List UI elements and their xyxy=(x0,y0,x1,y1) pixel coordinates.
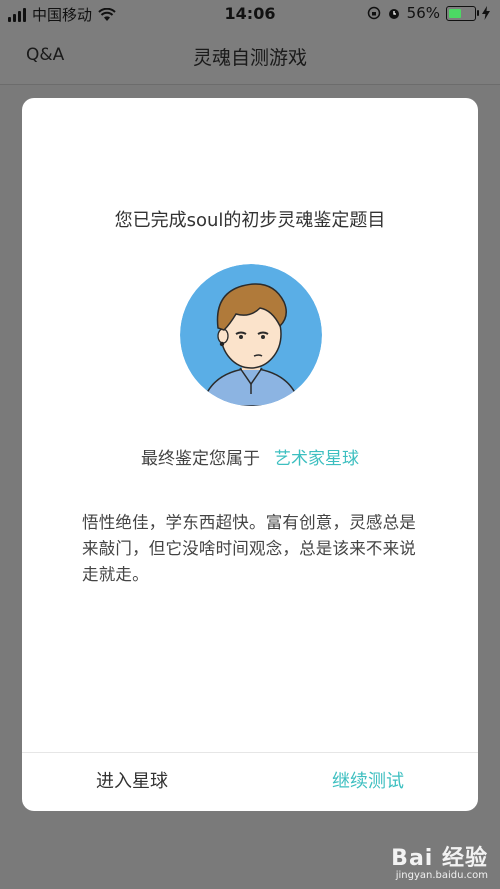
page-title: 灵魂自测游戏 xyxy=(192,47,307,69)
dialog-heading: 您已完成soul的初步灵魂鉴定题目 xyxy=(114,210,386,231)
battery-percent: 56% xyxy=(406,4,440,22)
rotation-lock-icon xyxy=(367,6,380,20)
status-bar: 中国移动 14:06 56% xyxy=(0,0,500,28)
avatar xyxy=(180,264,322,406)
status-right: 56% xyxy=(367,4,490,22)
baidu-logo: Bai 经验 xyxy=(391,846,488,871)
enter-planet-button[interactable]: 进入星球 xyxy=(96,753,168,811)
battery-icon xyxy=(446,5,479,21)
baidu-watermark: Bai 经验 jingyan.baidu.com xyxy=(391,840,488,881)
charging-icon xyxy=(482,6,490,20)
dialog-footer: 进入星球 继续测试 xyxy=(22,752,478,811)
watermark-url: jingyan.baidu.com xyxy=(395,870,488,881)
planet-description: 悟性绝佳，学东西超快。富有创意，灵感总是来敲门，但它没啥时间观念，总是该来不来说… xyxy=(82,513,416,584)
alarm-icon xyxy=(388,9,399,19)
verdict-prefix: 最终鉴定您属于 xyxy=(141,449,260,469)
planet-name: 艺术家星球 xyxy=(274,449,359,469)
continue-test-button[interactable]: 继续测试 xyxy=(332,753,404,811)
verdict-line: 最终鉴定您属于 艺术家星球 xyxy=(22,444,478,469)
result-dialog: 您已完成soul的初步灵魂鉴定题目 最终鉴定您属于 艺术家星球 悟性绝佳，学东西… xyxy=(22,98,478,811)
nav-bar: Q&A 灵魂自测游戏 xyxy=(0,28,500,85)
